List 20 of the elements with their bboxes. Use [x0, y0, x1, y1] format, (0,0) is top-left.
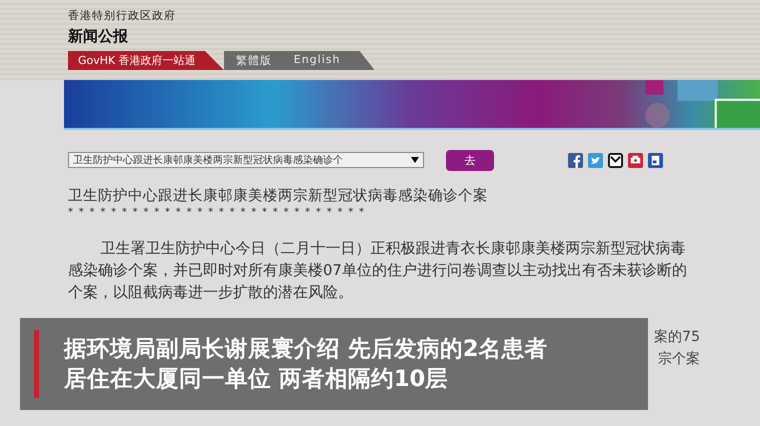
caption-accent	[34, 330, 39, 398]
site-title: 新闻公报	[68, 27, 129, 47]
org-name: 香港特别行政区政府	[68, 8, 177, 23]
paragraph-fragment: 案的75	[654, 328, 700, 347]
bird-icon[interactable]	[588, 152, 603, 168]
star-separator: * * * * * * * * * * * * * * * * * * * * * * * * * * * *	[68, 207, 366, 218]
article-paragraph: 卫生署卫生防护中心今日（二月十一日）正积极跟进青衣长康邨康美楼两宗新型冠状病毒感染确诊个案，并已即时对所有康美楼07单位的住户进行问卷调查以主动找出有否未获诊断的个案，以阻截病毒进一步扩散的潜在风险。	[68, 239, 688, 303]
caption-text: 居住在大厦同一单位 两者相隔约10层	[64, 365, 450, 394]
go-button[interactable]: 去	[446, 150, 494, 170]
language-link[interactable]: English	[282, 51, 374, 70]
caption-text: 据环境局副局长谢展寰介绍 先后发病的2名患者	[64, 335, 548, 364]
portal-link[interactable]: GovHK 香港政府一站通	[68, 51, 224, 70]
language-link[interactable]: 繁體版	[224, 51, 282, 70]
facebook-icon[interactable]	[568, 152, 583, 168]
document-icon[interactable]	[648, 152, 663, 168]
article-title: 卫生防护中心跟进长康邨康美楼两宗新型冠状病毒感染确诊个案	[68, 186, 489, 205]
mail-icon[interactable]	[608, 152, 623, 168]
article-select[interactable]: 卫生防护中心跟进长康邨康美楼两宗新型冠状病毒感染确诊个	[68, 152, 424, 168]
paragraph-fragment: 宗个案	[658, 350, 700, 369]
caret-icon	[411, 157, 419, 163]
